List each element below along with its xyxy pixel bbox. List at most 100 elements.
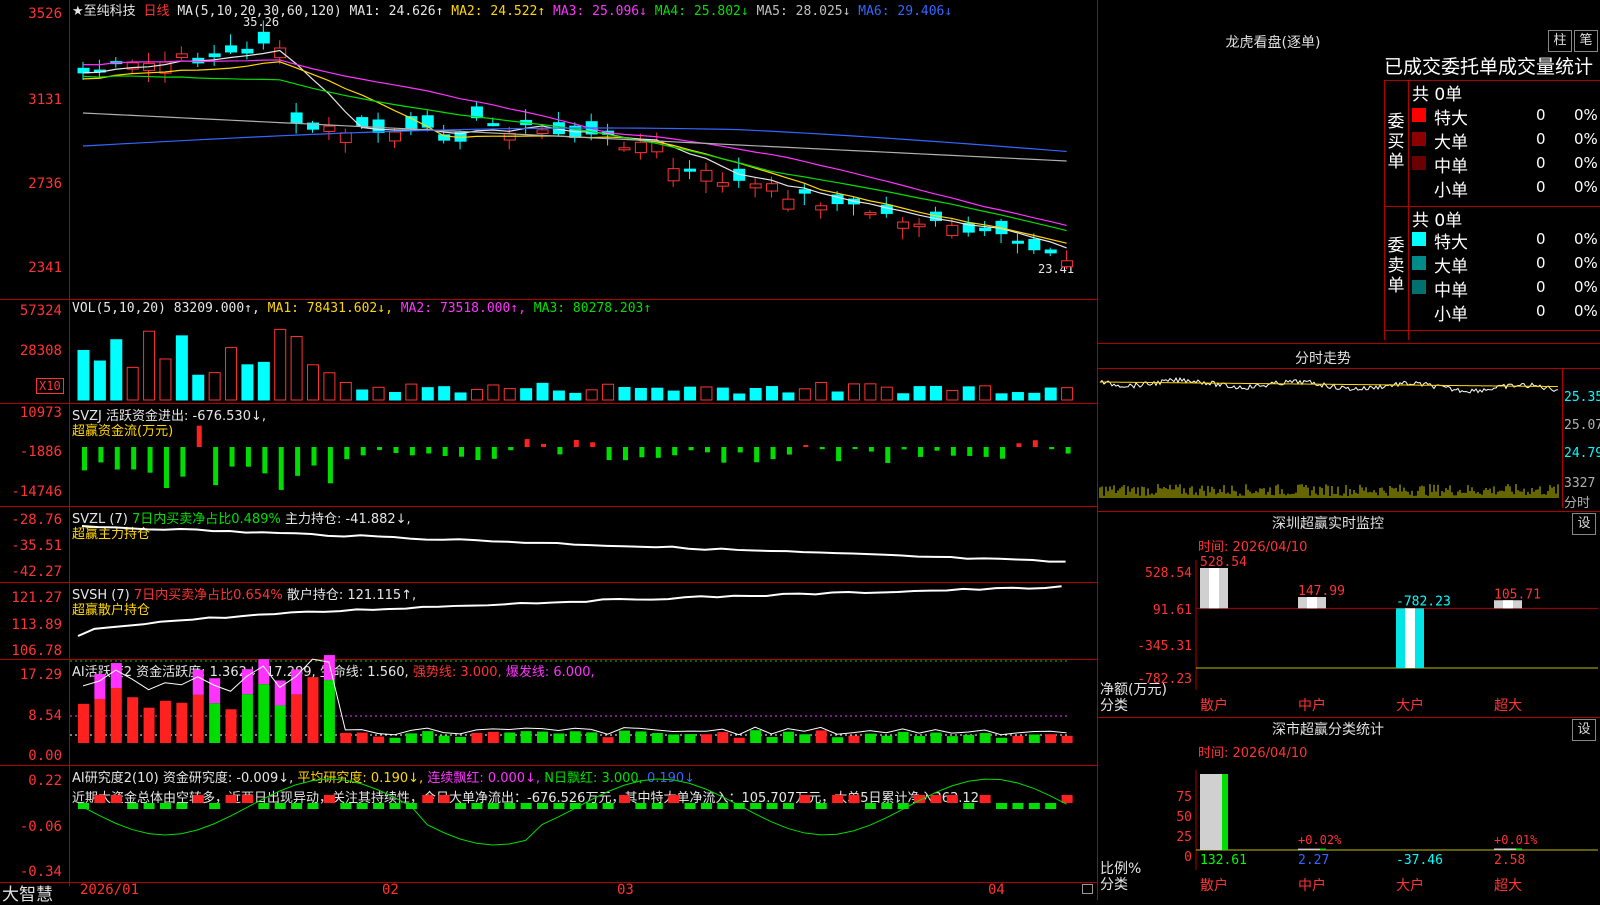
activity-bar	[832, 737, 844, 743]
volume-bar	[651, 387, 664, 401]
stock-title[interactable]: ★至纯科技	[72, 4, 136, 19]
class-bar-大户[interactable]: -37.46 大户	[1396, 853, 1443, 894]
monitor-bar-chart[interactable]: 528.54 散户 147.99 中户 -782.23 大户 105.71 超大	[1098, 540, 1600, 716]
volume-bar	[77, 349, 90, 401]
intraday-title: 分时走势	[1295, 351, 1351, 367]
main-position-chart[interactable]	[70, 508, 1095, 580]
ai1-ytick: 0.00	[28, 748, 62, 764]
lock-icon[interactable]	[1082, 884, 1093, 894]
order-type-name: 特大	[1434, 233, 1468, 253]
volume-bar	[962, 386, 975, 401]
activity-bar	[635, 731, 647, 743]
fund-flow-chart[interactable]	[70, 405, 1095, 505]
activity-bar	[504, 732, 516, 743]
monitor-bar-散户[interactable]: 528.54 散户	[1200, 555, 1247, 714]
activity-bar	[914, 736, 926, 743]
activity-bar	[766, 737, 778, 743]
class-bar-pct: +0.01%	[1494, 833, 1538, 847]
research-bar	[586, 803, 598, 809]
research-bar	[717, 803, 729, 809]
class-bar-中户[interactable]: 2.27 +0.02% 中户	[1298, 833, 1342, 894]
volume-bar	[1061, 387, 1074, 401]
flow-bar	[983, 447, 989, 457]
candle	[241, 48, 254, 54]
chart-area[interactable]: ★至纯科技 日线 MA(5,10,20,30,60,120) MA1: 24.6…	[0, 0, 1098, 905]
volume-bar	[946, 389, 959, 401]
research-bar	[864, 803, 876, 809]
monitor-bar-超大[interactable]: 105.71 超大	[1494, 587, 1541, 714]
flow-bar	[196, 425, 202, 447]
research-bar	[340, 803, 352, 809]
brand-logo[interactable]: 大智慧	[2, 880, 53, 905]
volume-bar	[503, 388, 516, 401]
monitor-bar-label: 105.71	[1494, 587, 1541, 602]
candle	[388, 131, 401, 142]
volume-bar	[454, 392, 467, 401]
candle	[323, 125, 336, 132]
price-ytick: 3526	[28, 6, 62, 22]
class-settings-button[interactable]: 设	[1572, 719, 1596, 741]
period-label[interactable]: 日线	[143, 4, 169, 19]
ai-activity-chart[interactable]	[70, 655, 1095, 763]
research-bar	[897, 803, 909, 809]
flow-bar	[409, 447, 415, 456]
order-count: 0	[1536, 130, 1546, 148]
flow-bar	[606, 447, 612, 461]
candle	[1011, 240, 1024, 244]
tick-mode-button[interactable]: 笔	[1574, 30, 1598, 52]
volume-bar	[667, 390, 680, 401]
volume-bar	[208, 372, 221, 401]
monitor-bar-中户[interactable]: 147.99 中户	[1298, 584, 1345, 714]
research-bar	[1012, 803, 1024, 809]
order-stat-row: 中单 0 0%	[1410, 152, 1600, 177]
research-bar	[258, 803, 270, 809]
ai-research-chart[interactable]	[70, 767, 1095, 881]
volume-bar	[782, 392, 795, 401]
intraday-chart[interactable]	[1099, 370, 1560, 506]
activity-bar	[815, 730, 827, 743]
activity-bar	[389, 737, 401, 743]
activity-bar	[241, 694, 253, 743]
flow-bar	[163, 447, 169, 489]
research-bar	[110, 795, 122, 803]
bar-mode-button[interactable]: 柱	[1548, 30, 1572, 52]
flow-bar	[541, 443, 547, 447]
intraday-label: 分时	[1564, 496, 1591, 511]
candle	[634, 141, 647, 154]
volume-bar	[602, 383, 615, 401]
candle	[208, 53, 221, 58]
flow-bar	[836, 447, 842, 462]
volume-bar	[716, 387, 729, 401]
activity-bar	[356, 732, 368, 743]
svzj-ytick: 10973	[19, 405, 62, 421]
order-type-swatch	[1412, 180, 1426, 194]
volume-bar	[749, 387, 762, 401]
order-stat-row: 大单 0 0%	[1410, 128, 1600, 153]
research-bar	[782, 803, 794, 809]
class-bar-highlight	[1516, 848, 1522, 850]
volume-bar	[979, 385, 992, 401]
svzj-ytick: -14746	[11, 484, 62, 500]
volume-bar	[552, 390, 565, 401]
class-bar-散户[interactable]: 132.61 散户	[1200, 774, 1247, 894]
monitor-bar-大户[interactable]: -782.23 大户	[1396, 594, 1451, 714]
flow-bar	[868, 447, 874, 452]
activity-bar	[782, 731, 794, 743]
order-type-name: 中单	[1434, 281, 1468, 301]
flow-bar	[754, 447, 760, 463]
class-bar-超大[interactable]: 2.58 +0.01% 超大	[1494, 833, 1538, 894]
monitor-settings-button[interactable]: 设	[1572, 513, 1596, 535]
volume-chart[interactable]	[70, 318, 1095, 401]
research-bar	[291, 803, 303, 809]
research-bar	[996, 803, 1008, 809]
class-bar-chart[interactable]: 132.61 散户 2.27 +0.02% 中户 -37.46 大户 2.58 +0.01% 超大	[1098, 760, 1600, 900]
flow-bar	[262, 447, 268, 474]
candlestick-chart[interactable]	[70, 18, 1095, 280]
retail-position-chart[interactable]	[70, 584, 1095, 657]
research-bar	[668, 795, 680, 803]
order-percent: 0%	[1574, 278, 1598, 296]
volume-bar	[470, 388, 483, 401]
candle	[667, 168, 680, 182]
order-type-name: 大单	[1434, 257, 1468, 277]
research-bar	[225, 795, 237, 803]
